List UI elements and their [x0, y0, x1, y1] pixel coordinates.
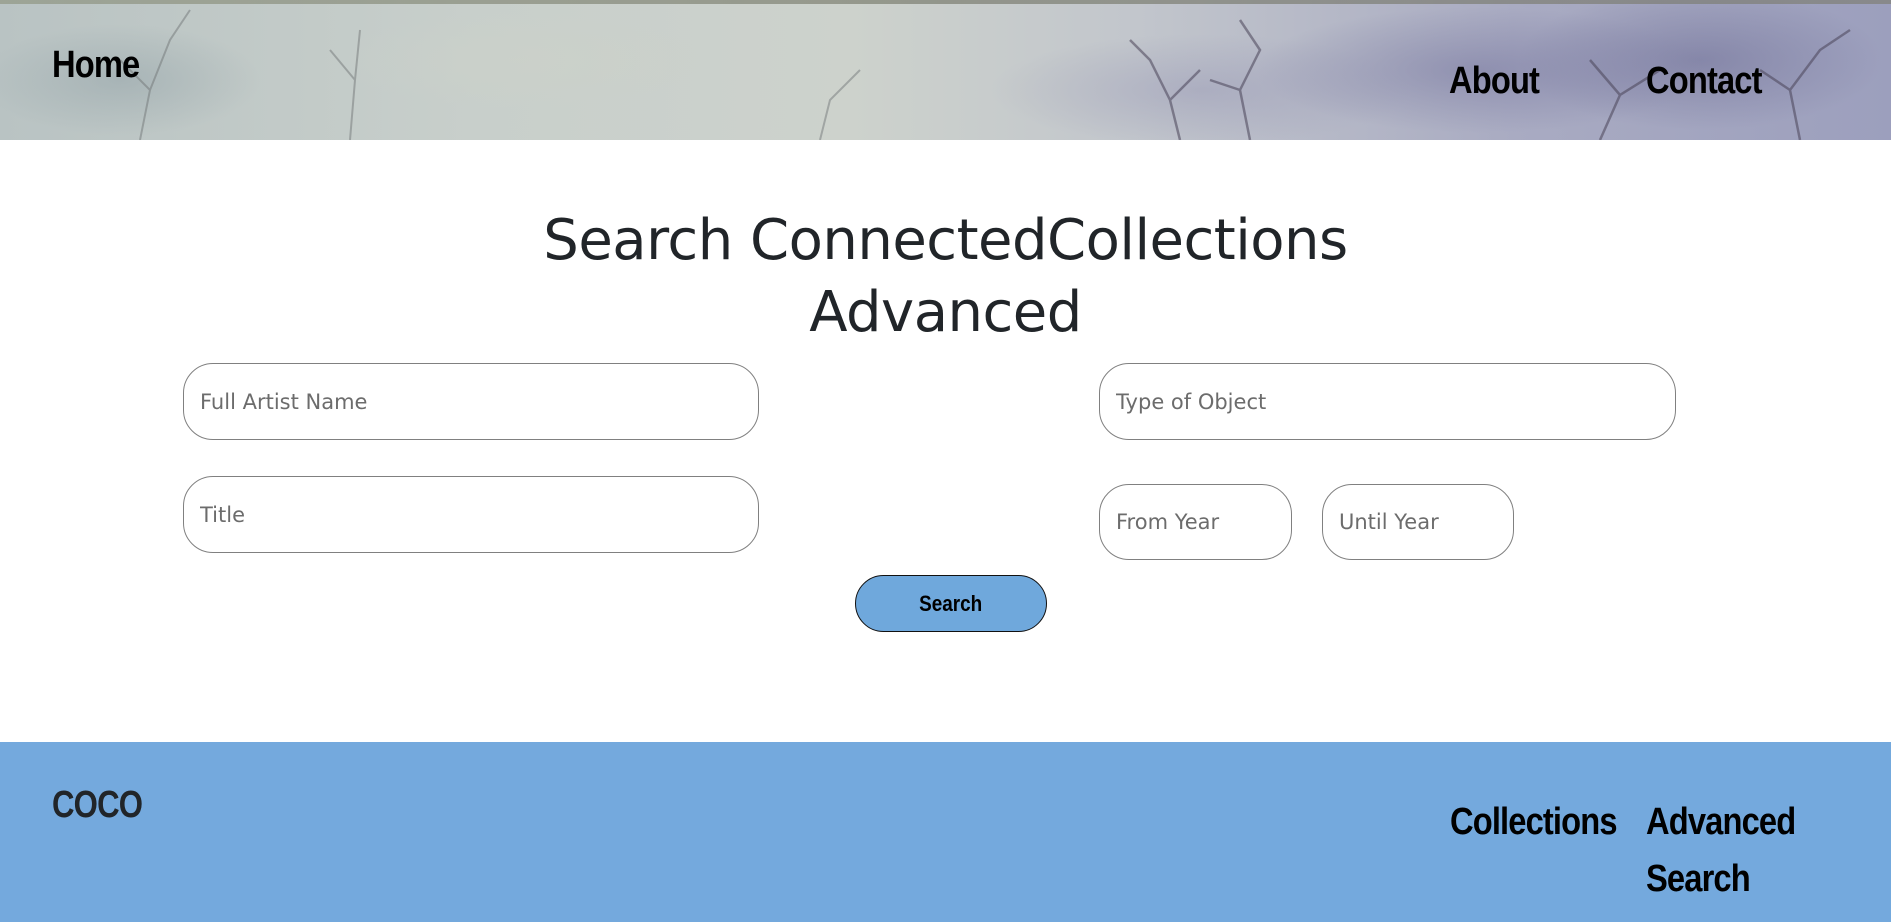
title-input[interactable]	[183, 476, 759, 553]
painted-branches-image	[119, 9, 1851, 140]
nav-home-link[interactable]: Home	[52, 44, 140, 87]
until-year-input[interactable]	[1322, 484, 1514, 560]
search-button[interactable]: Search	[855, 575, 1047, 632]
page-title-line-1: Search ConnectedCollections	[543, 208, 1348, 273]
page-title: Search ConnectedCollections Advanced	[0, 205, 1891, 349]
nav-contact-link[interactable]: Contact	[1646, 60, 1762, 103]
footer-advanced-search-link[interactable]: Advanced Search	[1646, 794, 1818, 908]
footer: COCO Collections Advanced Search	[0, 742, 1891, 922]
footer-logo: COCO	[52, 784, 143, 826]
artist-name-input[interactable]	[183, 363, 759, 440]
footer-collections-link[interactable]: Collections	[1450, 794, 1618, 851]
page-title-line-2: Advanced	[809, 280, 1082, 345]
object-type-input[interactable]	[1099, 363, 1676, 440]
nav-about-link[interactable]: About	[1449, 60, 1540, 103]
from-year-input[interactable]	[1099, 484, 1292, 560]
search-button-label: Search	[919, 590, 983, 616]
header-banner: Home About Contact	[0, 0, 1891, 140]
